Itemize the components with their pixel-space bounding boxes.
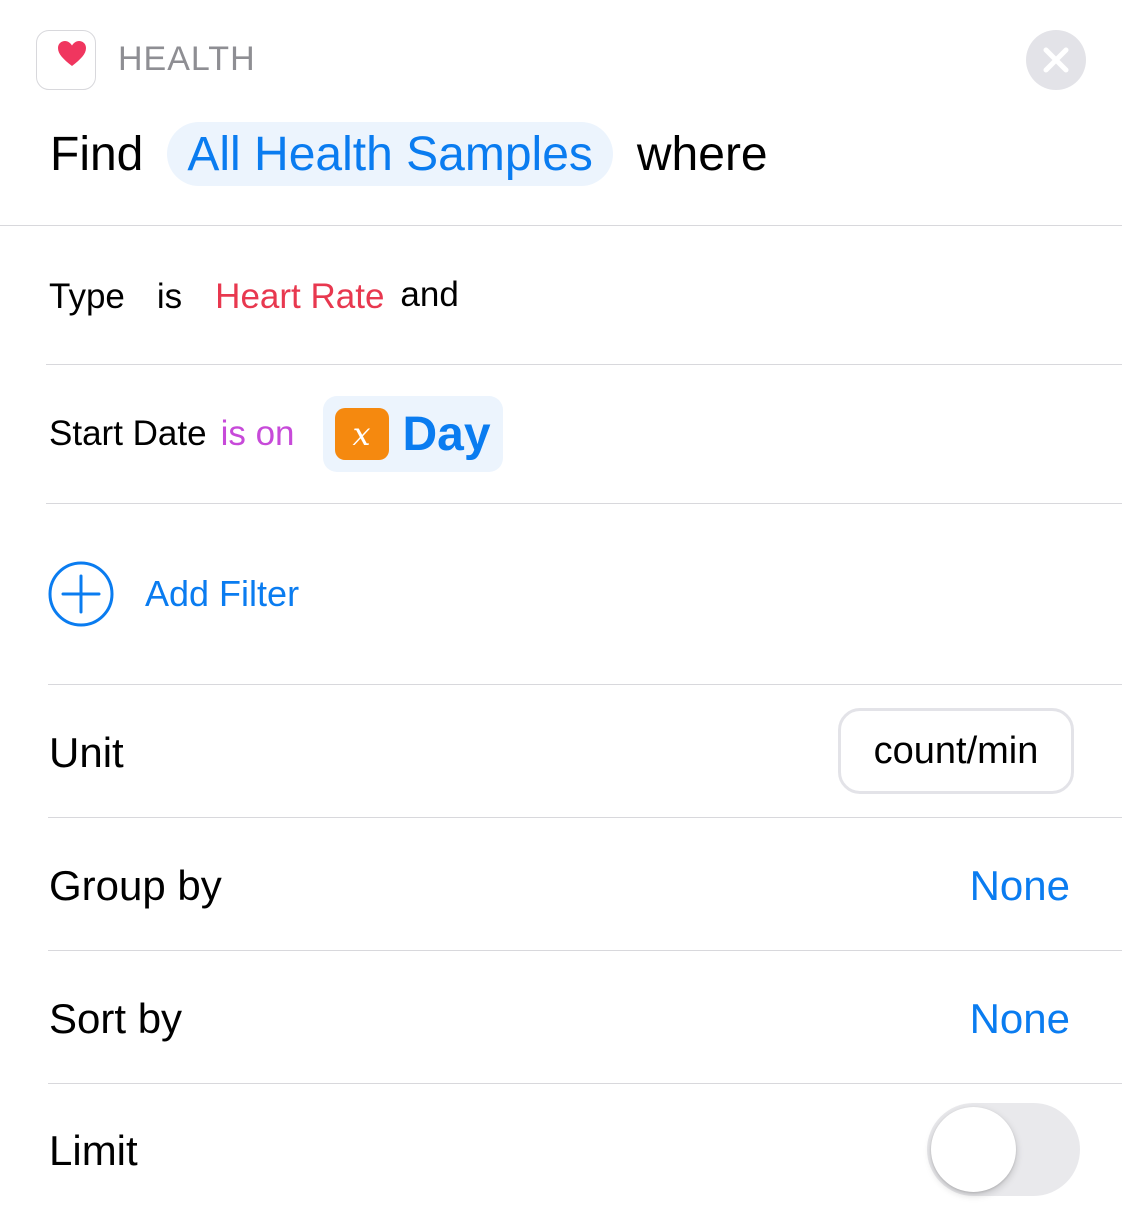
header-divider	[0, 225, 1122, 226]
filter-field[interactable]: Start Date	[49, 414, 207, 454]
filter-divider	[46, 503, 1122, 504]
group-by-value[interactable]: None	[970, 862, 1070, 910]
unit-label: Unit	[49, 729, 124, 776]
settings-divider	[48, 950, 1122, 951]
filter-operator[interactable]: is on	[221, 414, 295, 454]
limit-toggle[interactable]	[927, 1103, 1080, 1196]
add-filter-label: Add Filter	[145, 573, 300, 614]
settings-divider	[48, 1083, 1122, 1084]
add-filter-button[interactable]: Add Filter	[48, 561, 299, 627]
filter-row-start-date: Start Date is on x Day	[49, 396, 503, 472]
section-divider	[48, 684, 1122, 685]
where-word: where	[636, 127, 768, 181]
group-by-label: Group by	[49, 862, 222, 909]
heart-icon	[58, 41, 86, 66]
target-selector[interactable]: All Health Samples	[167, 122, 613, 186]
close-icon	[1043, 47, 1069, 73]
plus-circle-icon	[48, 561, 114, 627]
variable-name: Day	[402, 407, 491, 461]
action-card: HEALTH Find All Health Samples where Typ…	[0, 0, 1122, 1222]
filter-row-type: Type is Heart Rate and	[49, 275, 459, 318]
filter-field[interactable]: Type	[49, 277, 125, 317]
filter-value[interactable]: Heart Rate	[215, 277, 384, 317]
limit-label: Limit	[49, 1127, 138, 1174]
settings-divider	[48, 817, 1122, 818]
unit-field[interactable]: count/min	[838, 708, 1074, 794]
filter-divider	[46, 364, 1122, 365]
close-button[interactable]	[1026, 30, 1086, 90]
sort-by-label: Sort by	[49, 995, 183, 1042]
app-icon	[36, 30, 96, 90]
filter-conjunction[interactable]: and	[400, 275, 458, 315]
variable-token[interactable]: x Day	[322, 396, 503, 472]
find-word: Find	[50, 127, 144, 181]
filter-operator[interactable]: is	[157, 277, 182, 317]
sort-by-value[interactable]: None	[970, 995, 1070, 1043]
variable-icon: x	[334, 408, 389, 460]
action-title: Find All Health Samples where	[50, 120, 768, 188]
toggle-knob	[931, 1107, 1016, 1192]
app-name: HEALTH	[118, 40, 256, 78]
